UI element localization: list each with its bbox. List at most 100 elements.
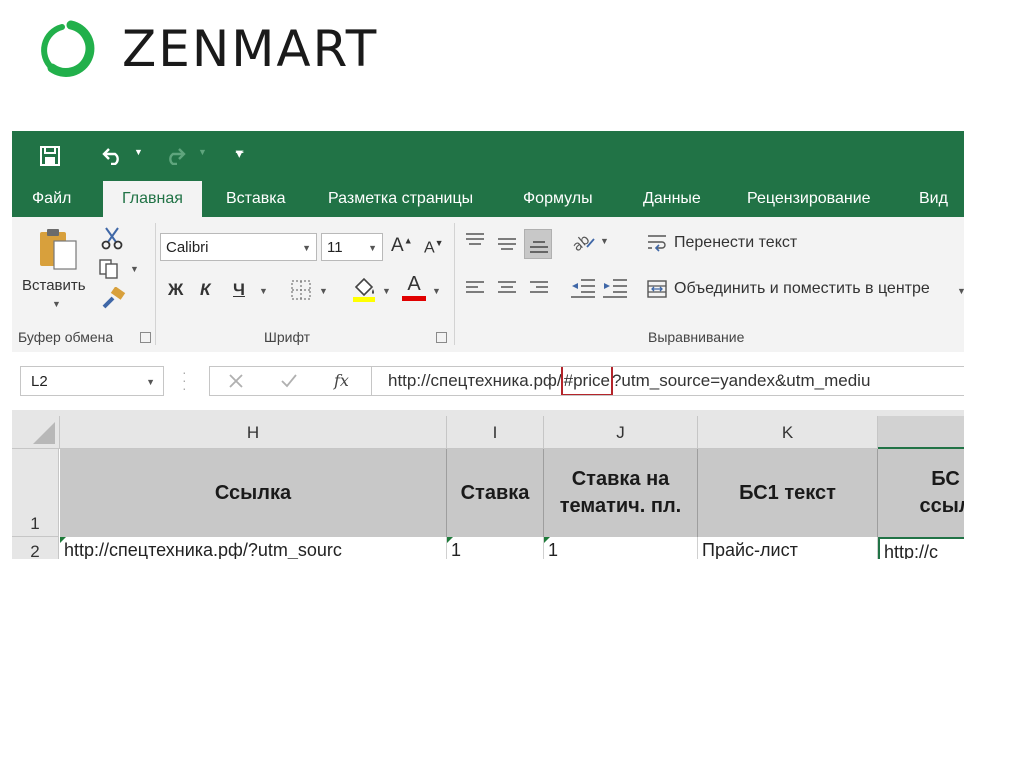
decrease-indent-icon[interactable] bbox=[569, 277, 597, 299]
font-color-icon: A bbox=[407, 273, 421, 295]
header-cell-link[interactable]: Ссылка bbox=[60, 449, 447, 537]
tab-home[interactable]: Главная bbox=[103, 181, 202, 217]
copy-icon[interactable] bbox=[98, 258, 124, 280]
copy-dropdown-icon[interactable]: ▼ bbox=[130, 264, 139, 274]
fill-color-icon[interactable] bbox=[350, 275, 378, 303]
chevron-down-icon: ▼ bbox=[368, 243, 377, 253]
column-header-l[interactable]: L bbox=[878, 416, 964, 449]
header-cell-bs1-text[interactable]: БС1 текст bbox=[698, 449, 878, 537]
merge-center-icon[interactable] bbox=[646, 279, 668, 299]
zenmart-logo-icon bbox=[41, 20, 95, 77]
tab-formulas[interactable]: Формулы bbox=[523, 181, 593, 217]
chevron-down-icon: ▼ bbox=[302, 243, 311, 253]
chevron-down-icon: ▼ bbox=[146, 377, 155, 387]
clipboard-launcher-icon[interactable] bbox=[140, 332, 151, 343]
align-right-icon[interactable] bbox=[528, 279, 550, 297]
tab-data[interactable]: Данные bbox=[643, 181, 701, 217]
group-label-clipboard: Буфер обмена bbox=[18, 329, 114, 345]
tab-insert[interactable]: Вставка bbox=[226, 181, 285, 217]
data-cell-thematic-bid[interactable]: 1 bbox=[544, 537, 698, 559]
increase-indent-icon[interactable] bbox=[601, 277, 629, 299]
orientation-icon[interactable]: ab bbox=[569, 229, 597, 253]
cancel-icon[interactable] bbox=[228, 373, 244, 389]
data-cell-link-text: http://спецтехника.рф/?utm_sourc bbox=[64, 540, 342, 559]
tab-page-layout[interactable]: Разметка страницы bbox=[328, 181, 473, 217]
cut-icon[interactable] bbox=[100, 226, 124, 250]
customize-icon[interactable]: ‗ ▾ bbox=[236, 139, 243, 160]
select-all-button[interactable] bbox=[12, 416, 60, 449]
brand-name: ZENMART bbox=[122, 20, 379, 78]
header-cell-bid[interactable]: Ставка bbox=[447, 449, 544, 537]
formula-buttons: fx bbox=[209, 366, 372, 396]
data-cell-bs1-text[interactable]: Прайс-лист bbox=[698, 537, 878, 559]
data-cell-bid[interactable]: 1 bbox=[447, 537, 544, 559]
error-indicator bbox=[60, 537, 66, 543]
column-header-i[interactable]: I bbox=[447, 416, 544, 449]
font-name-select[interactable]: Calibri ▼ bbox=[160, 233, 317, 261]
enter-icon[interactable] bbox=[280, 373, 298, 389]
svg-text:ab: ab bbox=[569, 232, 593, 253]
wrap-text-button[interactable]: Перенести текст bbox=[674, 234, 797, 252]
fill-color-dropdown-icon[interactable]: ▼ bbox=[382, 286, 391, 296]
tab-view[interactable]: Вид bbox=[919, 181, 948, 217]
underline-dropdown-icon[interactable]: ▼ bbox=[259, 286, 268, 296]
shrink-font-button[interactable]: A▼ bbox=[424, 238, 444, 257]
font-launcher-icon[interactable] bbox=[436, 332, 447, 343]
grow-font-button[interactable]: A▲ bbox=[391, 235, 413, 257]
group-label-font: Шрифт bbox=[264, 329, 311, 345]
tab-file[interactable]: Файл bbox=[32, 181, 71, 217]
ribbon: Вставить ▼ ▼ Буфер обмена Calibri ▼ 11 ▼ bbox=[12, 217, 964, 353]
align-center-icon[interactable] bbox=[496, 279, 518, 297]
font-color-dropdown-icon[interactable]: ▼ bbox=[432, 286, 441, 296]
format-painter-icon[interactable] bbox=[100, 287, 126, 311]
undo-dropdown-icon[interactable]: ▼ bbox=[134, 147, 143, 157]
save-icon[interactable] bbox=[40, 146, 60, 166]
column-header-k[interactable]: K bbox=[698, 416, 878, 449]
formula-input[interactable]: http://спецтехника.рф/#price ?utm_source=… bbox=[371, 366, 964, 396]
data-cell-bs-link-selected[interactable]: http://с bbox=[878, 537, 964, 559]
column-header-j[interactable]: J bbox=[544, 416, 698, 449]
orientation-dropdown-icon[interactable]: ▼ bbox=[600, 236, 609, 246]
paste-dropdown-icon[interactable]: ▼ bbox=[52, 299, 61, 309]
align-bottom-button[interactable] bbox=[524, 229, 552, 259]
merge-center-button[interactable]: Объединить и поместить в центре bbox=[674, 280, 930, 298]
italic-button[interactable]: К bbox=[200, 280, 210, 300]
font-color-button[interactable]: A bbox=[402, 272, 426, 301]
brand: ZENMART bbox=[38, 16, 378, 82]
wrap-text-icon[interactable] bbox=[646, 233, 668, 253]
formula-text-before: http://спецтехника.рф/ bbox=[388, 371, 562, 390]
align-top-icon[interactable] bbox=[464, 231, 486, 249]
merge-dropdown-icon[interactable]: ▼ bbox=[957, 286, 964, 296]
font-size-select[interactable]: 11 ▼ bbox=[321, 233, 383, 261]
formula-bar-grip-icon: · · · bbox=[182, 364, 187, 396]
underline-button[interactable]: Ч bbox=[233, 280, 245, 300]
align-middle-icon[interactable] bbox=[496, 235, 518, 253]
grow-font-icon: A bbox=[391, 235, 404, 256]
worksheet-grid: H I J K L 1 2 Ссылка Ставка Ставка на те… bbox=[12, 410, 964, 559]
tab-review[interactable]: Рецензирование bbox=[747, 181, 871, 217]
header-cell-thematic-bid[interactable]: Ставка на тематич. пл. bbox=[544, 449, 698, 537]
redo-icon[interactable] bbox=[164, 145, 186, 165]
redo-dropdown-icon[interactable]: ▼ bbox=[198, 147, 207, 157]
formula-bar: L2 ▼ · · · fx http://спецтехника.рф/#price… bbox=[12, 352, 964, 410]
bold-button[interactable]: Ж bbox=[168, 280, 183, 300]
paste-label[interactable]: Вставить bbox=[22, 277, 86, 294]
data-cell-link[interactable]: http://спецтехника.рф/?utm_sourc bbox=[60, 537, 447, 559]
group-label-alignment: Выравнивание bbox=[648, 329, 745, 345]
column-header-h[interactable]: H bbox=[60, 416, 447, 449]
group-separator bbox=[454, 223, 455, 345]
row-header-1[interactable]: 1 bbox=[12, 449, 59, 537]
title-bar: ▼ ▼ ‗ ▾ bbox=[12, 131, 964, 181]
group-separator bbox=[155, 223, 156, 345]
align-left-icon[interactable] bbox=[464, 279, 486, 297]
highlighted-anchor: #price bbox=[560, 367, 613, 395]
undo-icon[interactable] bbox=[102, 145, 124, 165]
borders-icon[interactable] bbox=[290, 279, 312, 301]
paste-icon[interactable] bbox=[36, 227, 80, 271]
row-header-2[interactable]: 2 bbox=[12, 537, 59, 559]
header-cell-bs-link[interactable]: БС ссыл bbox=[878, 449, 964, 537]
name-box[interactable]: L2 ▼ bbox=[20, 366, 164, 396]
insert-function-icon[interactable]: fx bbox=[334, 371, 349, 390]
align-bottom-icon bbox=[530, 241, 548, 253]
borders-dropdown-icon[interactable]: ▼ bbox=[319, 286, 328, 296]
